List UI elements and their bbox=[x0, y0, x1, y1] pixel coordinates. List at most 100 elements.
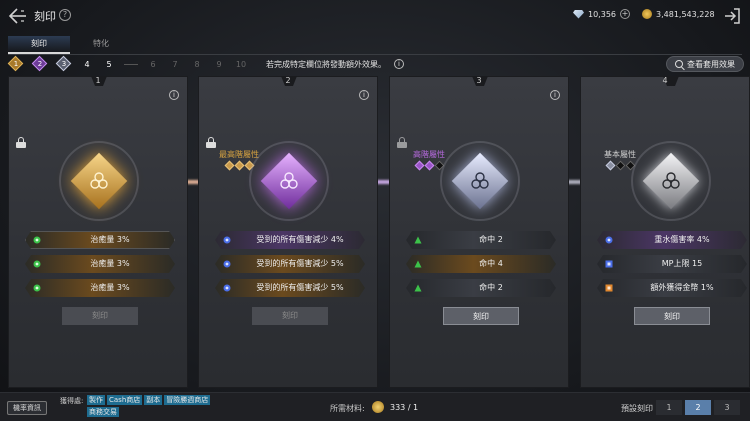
engrave-card-2: 2 i 最高階屬性 受到的所有傷害減少 4% 受到的所有傷害減少 5% 受到的所… bbox=[198, 76, 378, 388]
exit-icon[interactable] bbox=[722, 6, 742, 26]
lock-icon[interactable] bbox=[206, 137, 216, 148]
engrave-card-4: 4 基本屬性 重水傷害率 4% MP上限 15 額外獲得金幣 1% 刻印 bbox=[580, 76, 750, 388]
obtain-link-adventure-shop[interactable]: 冒險勝週商店 bbox=[164, 395, 211, 405]
slot-divider bbox=[124, 63, 138, 65]
engrave-card-1: 1 i 治癒量 3% 治癒量 3% 治癒量 3% 刻印 bbox=[8, 76, 188, 388]
slot-7[interactable]: 7 bbox=[168, 60, 182, 69]
blue-square-icon bbox=[605, 260, 613, 268]
silver-emblem bbox=[440, 141, 520, 221]
preset-button-2[interactable]: 2 bbox=[685, 400, 711, 415]
gem-currency: 10,356 + bbox=[573, 9, 630, 19]
obtain-links: 製作 Cash商店 副本 冒險勝週商店 商務交易 bbox=[87, 395, 242, 417]
blue-circle-icon bbox=[223, 236, 231, 244]
orange-square-icon bbox=[605, 284, 613, 292]
blue-circle-icon bbox=[223, 284, 231, 292]
knot-icon bbox=[280, 172, 298, 189]
page-title: 刻印 bbox=[34, 10, 56, 23]
tab-engrave[interactable]: 刻印 bbox=[8, 36, 70, 54]
engrave-button[interactable]: 刻印 bbox=[252, 307, 328, 325]
stat-row: 治癒量 3% bbox=[25, 231, 175, 249]
green-circle-icon bbox=[33, 284, 41, 292]
stat-row: 額外獲得金幣 1% bbox=[597, 279, 747, 297]
obtain-link-cash-shop[interactable]: Cash商店 bbox=[107, 395, 143, 405]
green-circle-icon bbox=[33, 260, 41, 268]
stat-row: 命中 2 bbox=[406, 279, 556, 297]
obtain-link-craft[interactable]: 製作 bbox=[87, 395, 105, 405]
slot-3[interactable]: 3 bbox=[55, 55, 72, 72]
lock-icon[interactable] bbox=[16, 137, 26, 148]
odds-info-button[interactable]: 機率資訊 bbox=[7, 401, 47, 415]
slot-5[interactable]: 5 bbox=[102, 60, 116, 69]
tab-specialize[interactable]: 特化 bbox=[70, 36, 132, 54]
gold-emblem bbox=[59, 141, 139, 221]
gold-amount: 3,481,543,228 bbox=[656, 9, 715, 19]
search-icon bbox=[675, 60, 683, 68]
slot-progress: 1 2 3 4 5 6 7 8 9 10 若完成特定欄位將發動額外效果。 i bbox=[7, 55, 404, 72]
green-triangle-icon bbox=[414, 236, 422, 244]
view-set-effects-button[interactable]: 查看套用效果 bbox=[666, 56, 744, 72]
preset-button-1[interactable]: 1 bbox=[656, 400, 682, 415]
preset-label: 預設刻印 bbox=[621, 404, 653, 413]
back-arrow-icon[interactable] bbox=[8, 7, 28, 25]
info-icon[interactable]: i bbox=[359, 90, 369, 100]
material-coin-icon bbox=[372, 401, 384, 413]
stat-row: 治癒量 3% bbox=[25, 255, 175, 273]
lock-icon[interactable] bbox=[397, 137, 407, 148]
blue-circle-icon bbox=[223, 260, 231, 268]
preset-button-3[interactable]: 3 bbox=[714, 400, 740, 415]
material-label: 所需材料: bbox=[330, 404, 365, 413]
green-circle-icon bbox=[33, 236, 41, 244]
gold-coin-icon bbox=[642, 9, 652, 19]
knot-icon bbox=[662, 172, 680, 189]
obtain-link-dungeon[interactable]: 副本 bbox=[144, 395, 163, 405]
slots-hint: 若完成特定欄位將發動額外效果。 bbox=[266, 59, 386, 69]
stat-row: 重水傷害率 4% bbox=[597, 231, 747, 249]
gem-icon bbox=[573, 9, 584, 19]
card-number: 3 bbox=[476, 76, 482, 85]
gold-currency: 3,481,543,228 bbox=[642, 9, 715, 19]
slot-2[interactable]: 2 bbox=[31, 55, 48, 72]
info-icon[interactable]: i bbox=[394, 59, 404, 69]
slot-4[interactable]: 4 bbox=[80, 60, 94, 69]
green-triangle-icon bbox=[414, 260, 422, 268]
info-icon[interactable]: i bbox=[550, 90, 560, 100]
add-gem-icon[interactable]: + bbox=[620, 9, 630, 19]
stat-row: 命中 4 bbox=[406, 255, 556, 273]
engrave-cards: 1 i 治癒量 3% 治癒量 3% 治癒量 3% 刻印 2 i 最高階屬性 受到… bbox=[0, 76, 750, 390]
blue-circle-icon bbox=[605, 236, 613, 244]
obtain-label: 獲得處: bbox=[60, 397, 84, 405]
engrave-button[interactable]: 刻印 bbox=[443, 307, 519, 325]
tab-divider bbox=[8, 54, 742, 55]
engrave-button[interactable]: 刻印 bbox=[62, 307, 138, 325]
slot-6[interactable]: 6 bbox=[146, 60, 160, 69]
preset-buttons: 1 2 3 bbox=[656, 400, 740, 415]
material-count: 333 / 1 bbox=[390, 403, 419, 412]
green-triangle-icon bbox=[414, 284, 422, 292]
engrave-button[interactable]: 刻印 bbox=[634, 307, 710, 325]
stat-row: 受到的所有傷害減少 5% bbox=[215, 279, 365, 297]
info-icon[interactable]: i bbox=[169, 90, 179, 100]
tab-bar: 刻印 特化 bbox=[8, 36, 132, 54]
card-number: 4 bbox=[662, 76, 668, 85]
white-emblem bbox=[631, 141, 711, 221]
engrave-card-3: 3 i 高階屬性 命中 2 命中 4 命中 2 刻印 bbox=[389, 76, 569, 388]
obtain-link-trade[interactable]: 商務交易 bbox=[87, 407, 119, 417]
bottom-bar: 機率資訊 獲得處: 製作 Cash商店 副本 冒險勝週商店 商務交易 所需材料:… bbox=[0, 392, 750, 421]
knot-icon bbox=[90, 172, 108, 189]
knot-icon bbox=[471, 172, 489, 189]
top-bar: 刻印 ? 10,356 + 3,481,543,228 bbox=[0, 0, 750, 32]
slot-9[interactable]: 9 bbox=[212, 60, 226, 69]
stat-row: 治癒量 3% bbox=[25, 279, 175, 297]
stat-row: MP上限 15 bbox=[597, 255, 747, 273]
slot-10[interactable]: 10 bbox=[234, 60, 248, 69]
stat-row: 命中 2 bbox=[406, 231, 556, 249]
stat-row: 受到的所有傷害減少 4% bbox=[215, 231, 365, 249]
card-number: 1 bbox=[95, 76, 101, 85]
card-number: 2 bbox=[285, 76, 291, 85]
slot-1[interactable]: 1 bbox=[7, 55, 24, 72]
stat-row: 受到的所有傷害減少 5% bbox=[215, 255, 365, 273]
help-icon[interactable]: ? bbox=[59, 9, 71, 21]
gem-amount: 10,356 bbox=[588, 9, 616, 19]
purple-emblem bbox=[249, 141, 329, 221]
slot-8[interactable]: 8 bbox=[190, 60, 204, 69]
